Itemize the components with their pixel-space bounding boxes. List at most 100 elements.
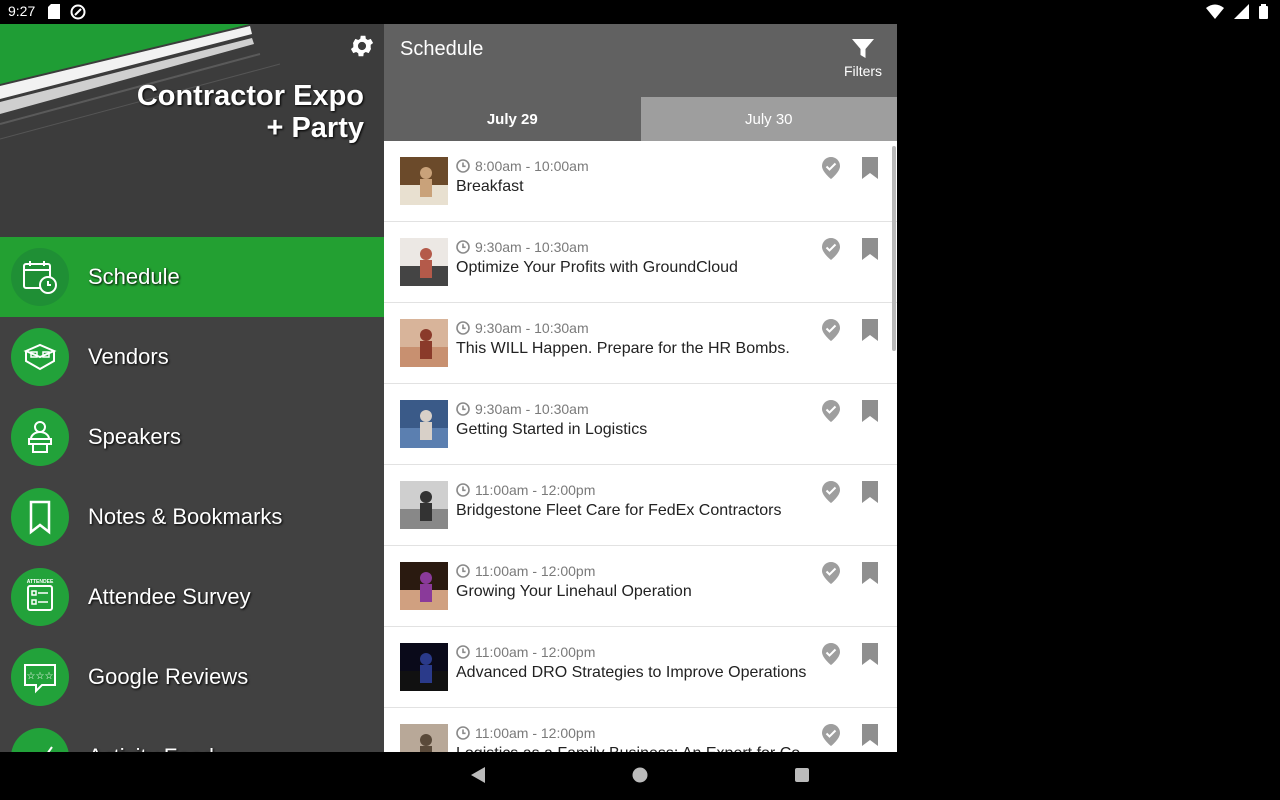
status-bar: 9:27 — [0, 0, 1280, 24]
sidebar-item-activity-feed[interactable]: Activity Feed — [0, 717, 384, 752]
session-time-text: 9:30am - 10:30am — [475, 239, 589, 255]
booth-icon — [23, 343, 57, 371]
calendar-clock-icon — [23, 261, 57, 294]
session-title: Getting Started in Logistics — [456, 421, 648, 438]
session-photo — [400, 319, 448, 367]
tab-july-30[interactable]: July 30 — [640, 97, 897, 141]
empty-area — [897, 24, 1280, 752]
sidebar-item-attendee-survey[interactable]: ATTENDEE Attendee Survey — [0, 557, 384, 637]
bookmark-session-icon[interactable] — [861, 319, 879, 341]
session-thumbnail — [400, 319, 448, 367]
drawer-header: Contractor Expo + Party — [0, 24, 384, 237]
session-row[interactable]: 9:30am - 10:30am Optimize Your Profits wi… — [384, 222, 897, 303]
check-in-icon[interactable] — [821, 561, 841, 585]
clock-icon — [456, 321, 470, 335]
check-in-icon[interactable] — [821, 318, 841, 342]
session-row[interactable]: 8:00am - 10:00am Breakfast — [384, 141, 897, 222]
check-in-icon[interactable] — [821, 156, 841, 180]
bookmark-session-icon[interactable] — [861, 481, 879, 503]
session-thumbnail — [400, 724, 448, 752]
session-time: 11:00am - 12:00pm — [456, 644, 595, 660]
session-row[interactable]: 11:00am - 12:00pm Advanced DRO Strategies… — [384, 627, 897, 708]
survey-icon-circle: ATTENDEE — [11, 568, 69, 626]
notes-icon-circle — [11, 488, 69, 546]
list-scrollbar[interactable] — [892, 146, 896, 351]
review-stars-icon: ☆☆☆ — [24, 664, 56, 694]
settings-gear-icon[interactable] — [348, 32, 376, 60]
sidebar-item-vendors[interactable]: Vendors — [0, 317, 384, 397]
session-thumbnail — [400, 157, 448, 205]
bookmark-session-icon[interactable] — [861, 562, 879, 584]
filters-button[interactable]: Filters — [843, 38, 883, 79]
clock-icon — [456, 564, 470, 578]
activity-icon-circle — [11, 728, 69, 752]
session-photo — [400, 238, 448, 286]
session-row[interactable]: 11:00am - 12:00pm Logistics as a Family B… — [384, 708, 897, 752]
activity-icon — [47, 746, 53, 752]
sidebar-item-speakers[interactable]: Speakers — [0, 397, 384, 477]
filters-label: Filters — [843, 63, 883, 79]
sidebar-item-google-reviews[interactable]: ☆☆☆ Google Reviews — [0, 637, 384, 717]
session-row[interactable]: 11:00am - 12:00pm Bridgestone Fleet Care … — [384, 465, 897, 546]
sidebar-item-schedule[interactable]: Schedule — [0, 237, 384, 317]
bookmark-session-icon[interactable] — [861, 724, 879, 746]
session-row[interactable]: 9:30am - 10:30am Getting Started in Logis… — [384, 384, 897, 465]
reviews-icon-circle: ☆☆☆ — [11, 648, 69, 706]
date-tabs: July 29 July 30 — [384, 97, 897, 141]
bookmark-session-icon[interactable] — [861, 643, 879, 665]
tab-july-29[interactable]: July 29 — [384, 97, 641, 141]
sidebar-item-label: Vendors — [88, 344, 169, 369]
sidebar-item-label: Google Reviews — [88, 664, 249, 689]
event-logo: Contractor Expo + Party — [137, 80, 364, 144]
session-row[interactable]: 9:30am - 10:30am This WILL Happen. Prepar… — [384, 303, 897, 384]
speakers-icon-circle — [11, 408, 69, 466]
session-time: 9:30am - 10:30am — [456, 320, 589, 336]
session-time: 11:00am - 12:00pm — [456, 482, 595, 498]
wifi-icon — [1206, 4, 1224, 19]
session-time: 8:00am - 10:00am — [456, 158, 589, 174]
svg-text:☆☆☆: ☆☆☆ — [27, 671, 54, 682]
bookmark-session-icon[interactable] — [861, 157, 879, 179]
bookmark-session-icon[interactable] — [861, 400, 879, 422]
session-list[interactable]: 8:00am - 10:00am Breakfast 9:30am - 10:30a… — [384, 141, 897, 752]
session-title: Bridgestone Fleet Care for FedEx Contrac… — [456, 502, 782, 519]
system-nav-bar — [0, 752, 1280, 800]
sidebar-item-label: Activity Feed — [88, 744, 214, 752]
session-row[interactable]: 11:00am - 12:00pm Growing Your Linehaul O… — [384, 546, 897, 627]
logo-line-1: Contractor Expo — [136, 80, 364, 112]
check-in-icon[interactable] — [821, 642, 841, 666]
session-thumbnail — [400, 238, 448, 286]
session-title: Breakfast — [456, 178, 524, 195]
clock-icon — [456, 483, 470, 497]
clock-icon — [456, 240, 470, 254]
status-time: 9:27 — [8, 3, 36, 19]
session-time-text: 9:30am - 10:30am — [475, 320, 589, 336]
session-title: Optimize Your Profits with GroundCloud — [456, 259, 738, 276]
session-time-text: 9:30am - 10:30am — [475, 401, 589, 417]
sidebar-item-label: Schedule — [88, 264, 180, 289]
check-in-icon[interactable] — [821, 237, 841, 261]
session-time: 11:00am - 12:00pm — [456, 563, 595, 579]
back-icon[interactable] — [470, 766, 486, 784]
battery-icon — [1259, 4, 1268, 19]
sync-icon — [70, 4, 86, 20]
session-photo — [400, 481, 448, 529]
session-time: 9:30am - 10:30am — [456, 239, 589, 255]
logo-line-2: + Party — [266, 112, 364, 144]
check-in-icon[interactable] — [821, 399, 841, 423]
session-photo — [400, 562, 448, 610]
home-icon[interactable] — [632, 766, 648, 784]
bookmark-session-icon[interactable] — [861, 238, 879, 260]
session-time-text: 11:00am - 12:00pm — [475, 563, 596, 579]
podium-speaker-icon — [28, 421, 52, 453]
sidebar-item-notes-bookmarks[interactable]: Notes & Bookmarks — [0, 477, 384, 557]
check-in-icon[interactable] — [821, 723, 841, 747]
session-title: Growing Your Linehaul Operation — [456, 583, 692, 600]
survey-icon: ATTENDEE — [27, 579, 54, 611]
recents-icon[interactable] — [794, 766, 810, 784]
check-in-icon[interactable] — [821, 480, 841, 504]
session-time-text: 11:00am - 12:00pm — [475, 482, 596, 498]
session-title: This WILL Happen. Prepare for the HR Bom… — [456, 340, 790, 357]
survey-badge-text: ATTENDEE — [27, 579, 54, 585]
sidebar-item-label: Attendee Survey — [88, 584, 251, 609]
